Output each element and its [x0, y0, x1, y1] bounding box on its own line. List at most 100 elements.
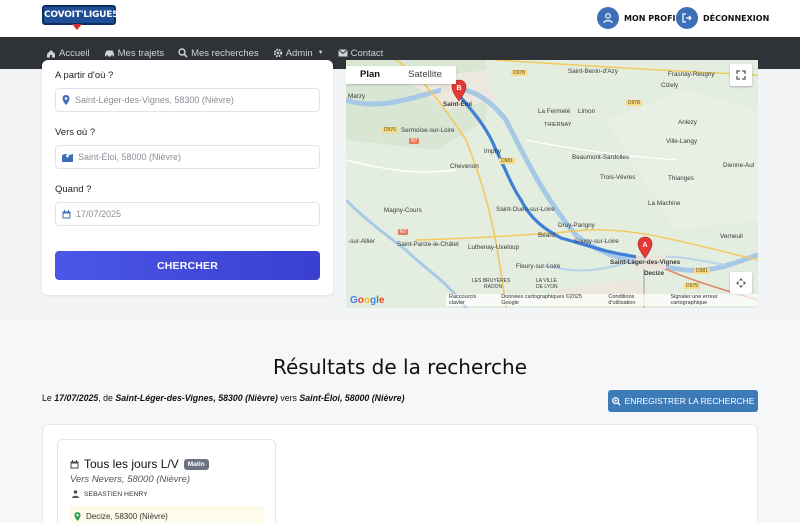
nav-item-contact[interactable]: Contact — [337, 47, 384, 59]
map-place: Thianges — [668, 175, 694, 182]
logo-pin-icon — [72, 24, 82, 30]
map-place: Saint-Ouen-sur-Loire — [496, 206, 555, 213]
road-label: D979 — [684, 283, 700, 289]
map-marker-icon — [74, 511, 81, 521]
map-place: Chevenon — [450, 163, 479, 170]
nav-label: Accueil — [59, 47, 90, 59]
nav-item-mes-recherches[interactable]: Mes recherches — [178, 48, 259, 59]
road-label: N7 — [398, 229, 409, 235]
nav-item-accueil[interactable]: Accueil — [46, 48, 90, 59]
calendar-icon — [62, 209, 71, 218]
road-label: D981 — [694, 268, 710, 274]
map-place: -sur-Allier — [348, 238, 375, 245]
from-input[interactable]: Saint-Léger-des-Vignes, 58300 (Nièvre) — [55, 88, 320, 112]
map-footer-link[interactable]: Conditions d'utilisation — [608, 294, 662, 306]
nav-label: Contact — [350, 47, 384, 59]
summary-text: , de — [98, 393, 116, 403]
when-label: Quand ? — [55, 184, 92, 195]
calendar-icon — [70, 459, 79, 468]
trip-title-text: Tous les jours L/V — [84, 457, 179, 471]
nav-label: Mes recherches — [191, 47, 259, 59]
logout-icon — [676, 7, 698, 29]
move-arrows-icon — [736, 278, 746, 288]
to-label: Vers où ? — [55, 127, 96, 138]
fullscreen-button[interactable] — [730, 64, 752, 86]
road-label: D978 — [511, 70, 527, 76]
logout-link[interactable]: DÉCONNEXION — [676, 7, 769, 29]
route-map[interactable]: A B Marzy Saint-Éloi Sermoise-sur-Loire … — [346, 60, 758, 308]
logout-label: DÉCONNEXION — [703, 13, 770, 23]
save-search-button[interactable]: ENREGISTRER LA RECHERCHE — [608, 390, 758, 412]
map-footer-link[interactable]: Signaler une erreur cartographique — [670, 294, 755, 306]
map-place: La Fermeté — [538, 108, 571, 115]
results-title: Résultats de la recherche — [272, 355, 528, 379]
summary-from: Saint-Léger-des-Vignes, 58300 (Nièvre) — [115, 393, 278, 403]
profile-label: MON PROFIL — [624, 13, 681, 23]
nav-item-admin[interactable]: Admin ▼ — [273, 48, 324, 59]
nav-label: Admin — [285, 47, 313, 59]
marker-a-label: A — [642, 242, 647, 249]
map-place: Beaumont-Sardolles — [572, 154, 630, 161]
map-camera-control[interactable] — [730, 272, 752, 294]
road-label: D978 — [626, 100, 642, 106]
map-place: Saint-Éloi — [443, 101, 473, 108]
trip-title: Tous les jours L/V Matin — [70, 457, 209, 471]
map-place: Imphy — [484, 148, 502, 155]
search-card: A partir d'où ? Saint-Léger-des-Vignes, … — [42, 60, 333, 295]
map-place: Saint-Parize-le-Châtel — [397, 241, 459, 248]
search-icon — [178, 48, 188, 58]
driver-name: SEBASTIEN HENRY — [84, 490, 148, 498]
tab-plan[interactable]: Plan — [346, 66, 394, 84]
trip-driver: SEBASTIEN HENRY — [72, 490, 148, 498]
summary-date: 17/07/2025 — [54, 393, 99, 403]
save-search-label: ENREGISTRER LA RECHERCHE — [624, 396, 755, 406]
results-summary: Le 17/07/2025, de Saint-Léger-des-Vignes… — [42, 393, 405, 403]
tab-satellite[interactable]: Satellite — [394, 66, 456, 84]
search-button[interactable]: CHERCHER — [55, 251, 320, 280]
map-footer-text: Données cartographiques ©2025 Google — [501, 294, 583, 306]
road-label: D981 — [499, 158, 515, 164]
map-footer-link[interactable]: Raccourcis clavier — [449, 294, 493, 306]
map-place: Verneuil — [720, 233, 743, 240]
gear-icon — [273, 48, 282, 58]
summary-to: Saint-Éloi, 58000 (Nièvre) — [299, 393, 405, 403]
map-place: Sermoise-sur-Loire — [401, 127, 455, 134]
map-place: La Machine — [648, 200, 681, 207]
envelope-icon — [337, 49, 348, 57]
trip-destination: Vers Nevers, 58000 (Nièvre) — [70, 474, 191, 485]
map-place: Druy-Parigny — [558, 222, 595, 229]
map-place: Sougy-sur-Loire — [574, 238, 619, 245]
map-place: RADON — [484, 284, 503, 290]
summary-text: Le — [42, 393, 55, 403]
trip-period-badge: Matin — [183, 458, 209, 470]
profile-link[interactable]: MON PROFIL — [597, 7, 681, 29]
search-plus-icon — [611, 396, 621, 406]
map-marker-icon — [62, 95, 70, 105]
results-panel: Tous les jours L/V Matin Vers Nevers, 58… — [42, 424, 758, 523]
map-place: Limon — [578, 108, 596, 115]
nav-item-mes-trajets[interactable]: Mes trajets — [104, 48, 164, 59]
map-place: Saint-Benin-d'Azy — [568, 68, 618, 75]
map-footer: Raccourcis clavier Données cartographiqu… — [446, 294, 758, 306]
map-place: Luthenay-Uxeloup — [468, 244, 520, 251]
map-place: Fleury-sur-Loire — [516, 263, 561, 270]
site-logo[interactable]: COVOIT'LIGUE58 — [42, 5, 125, 31]
marker-b-label: B — [456, 85, 461, 92]
road-label: D976 — [382, 127, 398, 133]
summary-text: vers — [277, 393, 300, 403]
trip-card[interactable]: Tous les jours L/V Matin Vers Nevers, 58… — [57, 439, 276, 523]
top-bar: COVOIT'LIGUE58 MON PROFIL DÉCONNEXION — [0, 0, 800, 37]
map-place: Béard — [538, 232, 555, 239]
map-place: Anlezy — [678, 119, 697, 126]
user-icon — [597, 7, 619, 29]
map-place: Magny-Cours — [384, 207, 422, 214]
home-icon — [47, 49, 55, 57]
map-place: Trois-Vèvres — [600, 174, 636, 181]
map-place: Cizely — [661, 82, 679, 89]
road-label: N7 — [409, 138, 420, 144]
date-input[interactable]: 17/07/2025 — [55, 202, 320, 226]
car-icon — [104, 50, 114, 58]
to-input[interactable]: Saint-Éloi, 58000 (Nièvre) — [55, 145, 320, 169]
map-place: Decize — [644, 270, 664, 277]
map-place: THIERNAY — [544, 122, 572, 128]
